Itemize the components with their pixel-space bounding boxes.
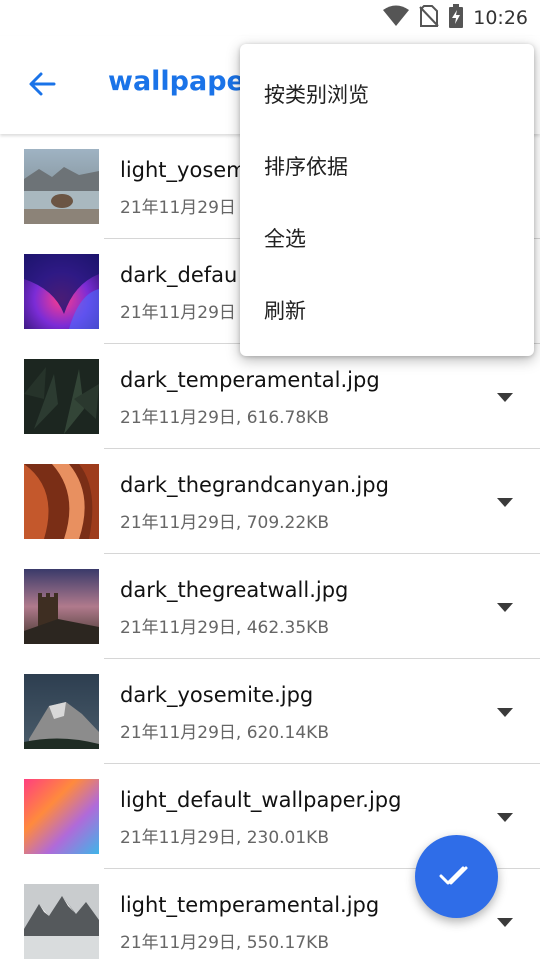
file-name: light_temperamental.jpg [120, 893, 380, 917]
dropdown-arrow-icon [497, 597, 513, 616]
dropdown-arrow-icon [497, 387, 513, 406]
menu-item-sort-by[interactable]: 排序依据 [240, 130, 534, 202]
status-time: 10:26 [473, 7, 528, 29]
item-menu-button[interactable] [490, 696, 520, 726]
no-sim-icon [419, 5, 439, 31]
file-name: light_yosem [120, 158, 247, 182]
item-menu-button[interactable] [490, 801, 520, 831]
page-title: wallpaper [108, 66, 259, 97]
file-meta: 21年11月29日, 550.17KB [120, 933, 329, 953]
thumbnail-image [24, 464, 99, 539]
file-name: dark_yosemite.jpg [120, 683, 314, 707]
list-item[interactable]: dark_temperamental.jpg 21年11月29日, 616.78… [0, 344, 540, 449]
menu-item-select-all[interactable]: 全选 [240, 202, 534, 274]
thumbnail-image [24, 674, 99, 749]
file-name: dark_defau [120, 263, 238, 287]
file-meta: 21年11月29日, 620.14KB [120, 723, 329, 743]
thumbnail-image [24, 149, 99, 224]
back-button[interactable] [20, 64, 64, 108]
file-name: dark_thegreatwall.jpg [120, 578, 349, 602]
thumbnail-image [24, 884, 99, 959]
dropdown-arrow-icon [497, 912, 513, 931]
file-meta: 21年11月29日 [120, 198, 236, 218]
file-meta: 21年11月29日 [120, 303, 236, 323]
status-bar: 10:26 [0, 0, 540, 36]
dropdown-arrow-icon [497, 702, 513, 721]
list-item[interactable]: dark_yosemite.jpg 21年11月29日, 620.14KB [0, 659, 540, 764]
battery-charging-icon [449, 4, 464, 32]
menu-item-refresh[interactable]: 刷新 [240, 274, 534, 346]
wifi-icon [383, 5, 410, 31]
file-meta: 21年11月29日, 709.22KB [120, 513, 329, 533]
thumbnail-image [24, 254, 99, 329]
file-meta: 21年11月29日, 230.01KB [120, 828, 329, 848]
list-item[interactable]: dark_thegrandcanyan.jpg 21年11月29日, 709.2… [0, 449, 540, 554]
overflow-menu: 按类别浏览 排序依据 全选 刷新 [240, 44, 534, 356]
select-fab-button[interactable] [415, 835, 498, 918]
arrow-back-icon [28, 70, 56, 102]
item-menu-button[interactable] [490, 381, 520, 411]
thumbnail-image [24, 569, 99, 644]
file-name: dark_temperamental.jpg [120, 368, 380, 392]
thumbnail-image [24, 779, 99, 854]
thumbnail-image [24, 359, 99, 434]
double-check-icon [439, 863, 475, 891]
list-item[interactable]: dark_thegreatwall.jpg 21年11月29日, 462.35K… [0, 554, 540, 659]
file-meta: 21年11月29日, 616.78KB [120, 408, 329, 428]
file-meta: 21年11月29日, 462.35KB [120, 618, 329, 638]
dropdown-arrow-icon [497, 492, 513, 511]
file-name: dark_thegrandcanyan.jpg [120, 473, 389, 497]
file-name: light_default_wallpaper.jpg [120, 788, 402, 812]
status-icons: 10:26 [383, 0, 528, 36]
item-menu-button[interactable] [490, 591, 520, 621]
dropdown-arrow-icon [497, 807, 513, 826]
item-menu-button[interactable] [490, 486, 520, 516]
item-menu-button[interactable] [490, 906, 520, 936]
menu-item-browse-by-category[interactable]: 按类别浏览 [240, 58, 534, 130]
